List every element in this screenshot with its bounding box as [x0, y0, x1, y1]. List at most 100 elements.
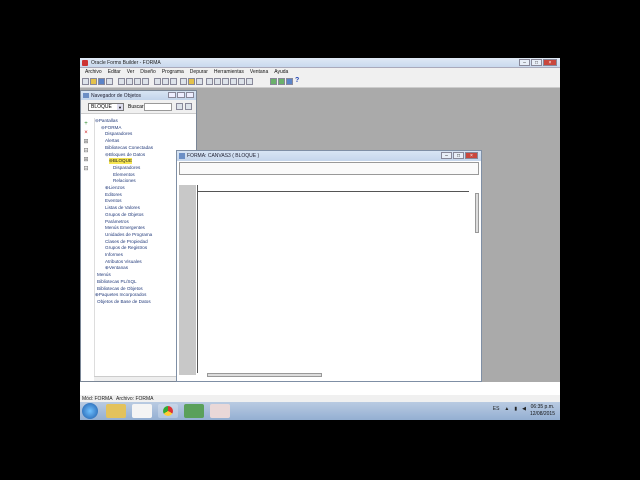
paste-icon[interactable]: [134, 78, 141, 85]
navigator-close-button[interactable]: [186, 92, 194, 98]
layout-editor-icon[interactable]: [188, 78, 195, 85]
tree-node[interactable]: Informes: [105, 252, 123, 257]
oracle-forms-task[interactable]: [210, 404, 230, 418]
open-icon[interactable]: [90, 78, 97, 85]
tree-node[interactable]: Listas de Valores: [105, 205, 140, 210]
tray-arrow-icon[interactable]: ▲: [504, 406, 509, 412]
step-over-icon[interactable]: [214, 78, 221, 85]
create-icon[interactable]: +: [83, 121, 89, 127]
canvas-vertical-scrollbar[interactable]: [475, 193, 479, 233]
data-block-wizard-icon[interactable]: [270, 78, 277, 85]
document-task[interactable]: [132, 404, 152, 418]
print-icon[interactable]: [106, 78, 113, 85]
expand-icon[interactable]: ⊞: [83, 139, 89, 145]
copy-icon[interactable]: [126, 78, 133, 85]
tree-node[interactable]: Bibliotecas Conectadas: [105, 145, 153, 150]
language-indicator[interactable]: ES: [493, 406, 500, 412]
menu-archivo[interactable]: Archivo: [82, 68, 105, 76]
tree-node-label: Unidades de Programa: [105, 231, 153, 237]
tree-node[interactable]: ⊖Pantallas: [95, 118, 118, 124]
undo-icon[interactable]: [142, 78, 149, 85]
search-forward-icon[interactable]: [176, 103, 183, 110]
tree-node[interactable]: Grupos de Registros: [105, 245, 147, 250]
volume-icon[interactable]: ◀: [522, 406, 526, 412]
menu-ver[interactable]: Ver: [124, 68, 138, 76]
tree-node[interactable]: Parámetros: [105, 219, 129, 224]
compile-icon[interactable]: [170, 78, 177, 85]
tree-node[interactable]: Grupos de Objetos: [105, 212, 144, 217]
canvas-close-button[interactable]: ×: [465, 152, 478, 159]
canvas-top-edge: [197, 191, 469, 192]
navigator-icon[interactable]: [180, 78, 187, 85]
run-form-icon[interactable]: [154, 78, 161, 85]
main-toolbar: ?: [80, 76, 560, 88]
help-icon[interactable]: ?: [295, 77, 299, 84]
chevron-down-icon[interactable]: ▼: [117, 104, 123, 110]
canvas-minimize-button[interactable]: –: [441, 152, 452, 159]
expand-all-icon[interactable]: ⊞: [83, 157, 89, 163]
save-icon[interactable]: [98, 78, 105, 85]
menu-editar[interactable]: Editar: [105, 68, 124, 76]
debug-icon[interactable]: [162, 78, 169, 85]
close-button[interactable]: ×: [543, 59, 557, 66]
new-icon[interactable]: [82, 78, 89, 85]
tree-node[interactable]: Disparadores: [113, 165, 140, 170]
network-icon[interactable]: ▮: [514, 406, 517, 412]
cut-icon[interactable]: [118, 78, 125, 85]
tree-node[interactable]: Relaciones: [113, 178, 136, 183]
tree-node-label: Grupos de Registros: [105, 245, 148, 251]
file-explorer-task[interactable]: [106, 404, 126, 418]
tree-node[interactable]: ⊖Bloques de Datos: [105, 152, 145, 158]
search-input[interactable]: [144, 103, 172, 111]
collapse-all-icon[interactable]: ⊟: [83, 166, 89, 172]
menu-depurar[interactable]: Depurar: [187, 68, 211, 76]
menu-ventana[interactable]: Ventana: [247, 68, 271, 76]
tree-node[interactable]: Clases de Propiedad: [105, 239, 148, 244]
navigator-toolbar: BLOQUE ▼ Buscar:: [81, 100, 196, 114]
navigator-selector[interactable]: BLOQUE ▼: [88, 103, 124, 111]
canvas-horizontal-scrollbar[interactable]: [207, 373, 322, 377]
pause-icon[interactable]: [238, 78, 245, 85]
tree-node[interactable]: Alertas: [105, 138, 119, 143]
search-back-icon[interactable]: [185, 103, 192, 110]
tree-node[interactable]: Atributos Visuales: [105, 259, 142, 264]
tree-node[interactable]: Disparadores: [105, 131, 132, 136]
navigator-minimize-button[interactable]: [168, 92, 176, 98]
tree-node-label: Relaciones: [113, 178, 136, 184]
delete-icon[interactable]: ×: [83, 130, 89, 136]
menu-herramientas[interactable]: Herramientas: [211, 68, 247, 76]
lov-wizard-icon[interactable]: [286, 78, 293, 85]
tree-node[interactable]: Bibliotecas PL/SQL: [97, 279, 137, 284]
maximize-button[interactable]: □: [531, 59, 542, 66]
layout-wizard-icon[interactable]: [278, 78, 285, 85]
tree-node[interactable]: Objetos de Base de Datos: [97, 299, 151, 304]
step-out-icon[interactable]: [222, 78, 229, 85]
go-icon[interactable]: [230, 78, 237, 85]
tree-node[interactable]: ⊖FORMA: [101, 125, 121, 131]
menu-ayuda[interactable]: Ayuda: [271, 68, 291, 76]
tree-node[interactable]: ⊕Ventanas: [105, 265, 128, 271]
tree-node[interactable]: Unidades de Programa: [105, 232, 152, 237]
menu-programa[interactable]: Programa: [159, 68, 187, 76]
tree-node[interactable]: ⊖BLOQUE: [109, 158, 133, 165]
chrome-task[interactable]: [158, 404, 178, 418]
menu-diseno[interactable]: Diseño: [137, 68, 159, 76]
tree-node[interactable]: ⊕Lienzos: [105, 185, 125, 191]
collapse-icon[interactable]: ⊟: [83, 148, 89, 154]
start-button[interactable]: [82, 403, 98, 419]
tree-node[interactable]: ⊕Paquetes Incorporados: [95, 292, 146, 298]
tree-node[interactable]: Elementos: [113, 172, 135, 177]
navigator-maximize-button[interactable]: [177, 92, 185, 98]
tree-node[interactable]: Eventos: [105, 198, 122, 203]
tree-node[interactable]: Editores: [105, 192, 122, 197]
tree-node[interactable]: Bibliotecas de Objetos: [97, 286, 143, 291]
stop-icon[interactable]: [246, 78, 253, 85]
step-into-icon[interactable]: [206, 78, 213, 85]
tree-node[interactable]: Menús: [97, 272, 111, 277]
canvas-maximize-button[interactable]: □: [453, 152, 464, 159]
minimize-button[interactable]: –: [519, 59, 530, 66]
media-task[interactable]: [184, 404, 204, 418]
clock[interactable]: 06:35 p.m. 12/08/2015: [530, 404, 555, 418]
tree-node[interactable]: Menús Emergentes: [105, 225, 145, 230]
property-palette-icon[interactable]: [196, 78, 203, 85]
